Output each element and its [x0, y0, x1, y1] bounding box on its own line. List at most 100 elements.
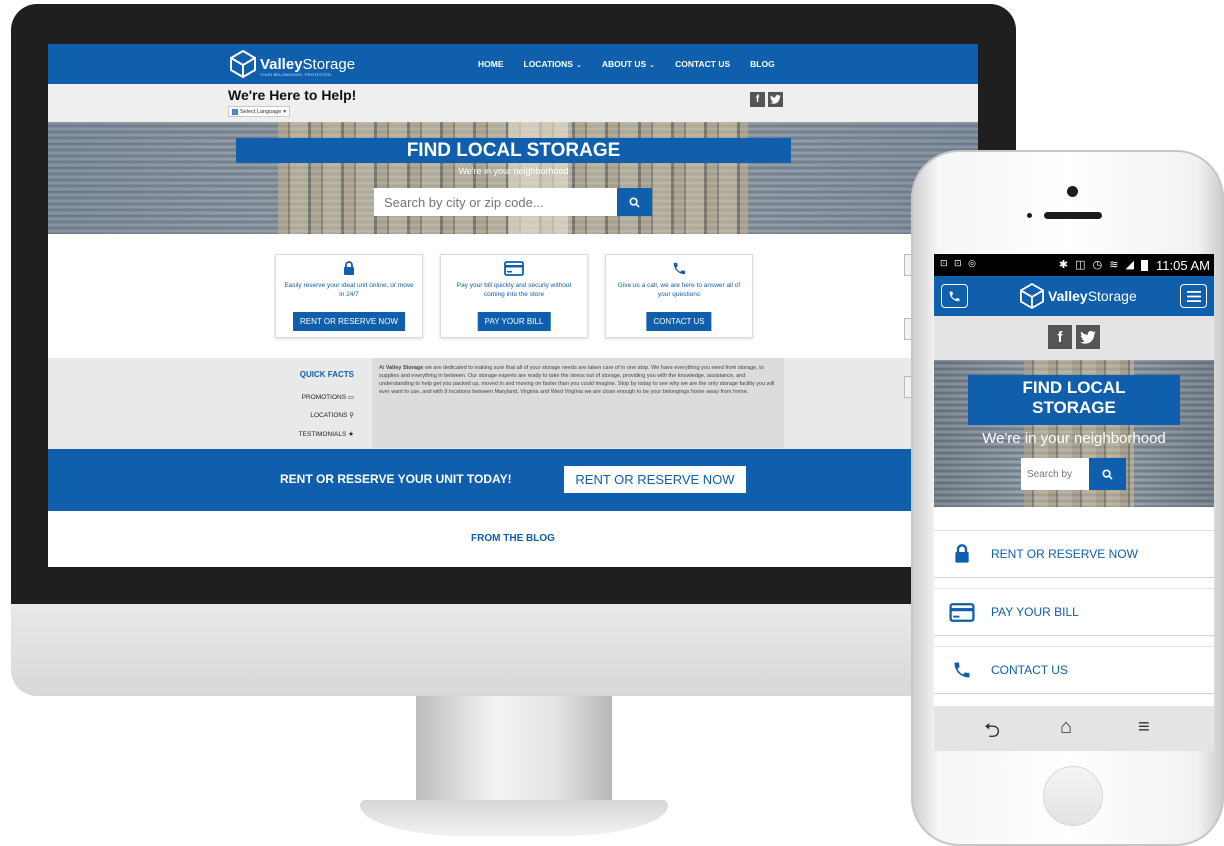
map-pin-icon: ⚲ [349, 412, 354, 419]
mobile-screen: ⊡ ⊡ ◎ ✱ ◫ ◷ ≋ ◢ 11:05 AM ValleyStorage f… [934, 254, 1214, 751]
facebook-icon[interactable]: f [750, 92, 765, 107]
search-input[interactable] [374, 188, 617, 216]
mobile-site-logo[interactable]: ValleyStorage [1020, 283, 1137, 309]
notification-icons: ⊡ ⊡ ◎ [940, 258, 978, 268]
credit-card-icon [940, 602, 984, 622]
search-button[interactable] [1089, 458, 1126, 490]
list-item-label: PAY YOUR BILL [991, 605, 1079, 619]
mobile-rent-or-reserve-item[interactable]: RENT OR RESERVE NOW [934, 530, 1214, 578]
cta-band [48, 449, 978, 511]
card-description: Easily reserve your ideal unit online, o… [284, 282, 414, 298]
mobile-contact-us-item[interactable]: CONTACT US [934, 646, 1214, 694]
help-title: We're Here to Help! [228, 87, 357, 103]
facebook-icon[interactable]: f [1048, 325, 1072, 349]
cta-text: RENT OR RESERVE YOUR UNIT TODAY! [280, 472, 512, 486]
phone-icon [606, 261, 752, 277]
social-links: f [750, 92, 783, 107]
language-select[interactable]: Select Language ▾ [228, 106, 291, 117]
nav-item-contact-us[interactable]: CONTACT US [675, 59, 730, 69]
card-contact: Give us a call, we are here to answer al… [605, 254, 753, 338]
logo-wordmark: ValleyStorage [260, 55, 356, 73]
search-input[interactable] [1021, 458, 1089, 490]
hero-title: FIND LOCAL STORAGE [406, 140, 621, 161]
hero-banner: FIND LOCAL STORAGE We're in your neighbo… [48, 122, 978, 234]
chevron-down-icon: ⌄ [649, 62, 656, 69]
quick-facts-menu: QUICK FACTS PROMOTIONS ▭ LOCATIONS ⚲ TES… [271, 358, 365, 448]
credit-card-icon [441, 261, 587, 277]
desktop-screen: ValleyStorage YOUR BELONGINGS. PROTECTED… [48, 44, 978, 567]
nav-item-about-us[interactable]: ABOUT US ⌄ [602, 59, 655, 69]
list-item-label: CONTACT US [991, 663, 1068, 677]
chevron-down-icon: ⌄ [575, 62, 582, 69]
back-icon[interactable]: ⮌ [984, 716, 1000, 750]
chevron-down-icon: ▾ [283, 108, 287, 115]
system-status-icons: ✱ ◫ ◷ ≋ ◢ [1058, 259, 1136, 271]
monitor-chin [11, 604, 1016, 696]
hero-search [374, 188, 652, 216]
about-panel: At Valley Storage we are dedicated to ma… [372, 358, 784, 448]
hero-subtitle: We're in your neighborhood [458, 166, 569, 176]
cube-logo-icon [230, 50, 256, 78]
status-bar: ⊡ ⊡ ◎ ✱ ◫ ◷ ≋ ◢ 11:05 AM [934, 254, 1214, 276]
search-button[interactable] [617, 188, 652, 216]
earpiece-speaker [1044, 212, 1102, 219]
nav-links: HOME LOCATIONS ⌄ ABOUT US ⌄ CONTACT US BLO… [478, 44, 775, 84]
pay-your-bill-button[interactable]: PAY YOUR BILL [477, 312, 551, 331]
star-icon: ★ [348, 431, 354, 438]
google-translate-icon [232, 108, 238, 115]
status-time: 11:05 AM [1156, 258, 1210, 273]
search-icon [1102, 468, 1113, 480]
rent-or-reserve-button[interactable]: RENT OR RESERVE NOW [293, 312, 405, 331]
contact-us-button[interactable]: CONTACT US [646, 312, 712, 331]
ticket-icon: ▭ [347, 394, 354, 401]
blog-heading: FROM THE BLOG [471, 533, 555, 544]
mobile-hero-search [1021, 458, 1126, 490]
nav-item-locations[interactable]: LOCATIONS ⌄ [524, 59, 582, 69]
hero-subtitle: We're in your neighborhood [982, 430, 1166, 447]
phone-icon [949, 291, 960, 301]
mobile-pay-bill-item[interactable]: PAY YOUR BILL [934, 588, 1214, 636]
quick-fact-testimonials[interactable]: TESTIMONIALS ★ [299, 430, 354, 438]
site-logo[interactable]: ValleyStorage YOUR BELONGINGS. PROTECTED… [230, 50, 355, 78]
cube-logo-icon [1020, 283, 1044, 309]
about-text: At Valley Storage we are dedicated to ma… [379, 365, 775, 395]
search-icon [629, 196, 640, 208]
help-bar [48, 84, 978, 122]
proximity-sensor [1027, 213, 1032, 218]
monitor-stand-foot [360, 800, 668, 836]
quick-facts-title: QUICK FACTS [299, 370, 354, 379]
cta-rent-or-reserve-button[interactable]: RENT OR RESERVE NOW [564, 466, 746, 493]
hamburger-icon [1186, 290, 1201, 302]
card-description: Pay your bill quickly and securly withou… [456, 282, 572, 298]
front-camera [1067, 186, 1078, 197]
quick-fact-locations[interactable]: LOCATIONS ⚲ [310, 411, 354, 419]
battery-icon [1141, 260, 1148, 271]
card-pay-bill: Pay your bill quickly and securly withou… [440, 254, 588, 338]
social-links: f [1048, 325, 1100, 349]
home-icon[interactable]: ⌂ [1060, 716, 1072, 739]
lock-icon [276, 261, 422, 277]
card-description: Give us a call, we are here to answer al… [617, 282, 741, 298]
hero-title: FIND LOCAL STORAGE [1022, 378, 1126, 417]
mobile-menu-button[interactable] [1180, 284, 1207, 308]
nav-item-blog[interactable]: BLOG [750, 59, 775, 69]
phone-home-button[interactable] [1043, 766, 1103, 826]
quick-fact-promotions[interactable]: PROMOTIONS ▭ [302, 393, 354, 401]
logo-tagline: YOUR BELONGINGS. PROTECTED. [260, 72, 333, 77]
list-item-label: RENT OR RESERVE NOW [991, 547, 1138, 561]
card-rent: Easily reserve your ideal unit online, o… [275, 254, 423, 338]
mobile-call-button[interactable] [941, 284, 968, 308]
mobile-social-bar: f [934, 316, 1214, 360]
menu-icon[interactable]: ≡ [1138, 716, 1150, 739]
mobile-hero-banner: FIND LOCAL STORAGE We're in your neighbor… [934, 360, 1214, 507]
phone-icon [940, 660, 984, 680]
twitter-icon[interactable] [768, 92, 783, 107]
desktop-nav-bar: ValleyStorage YOUR BELONGINGS. PROTECTED… [48, 44, 978, 84]
twitter-icon[interactable] [1076, 325, 1100, 349]
feature-cards: Easily reserve your ideal unit online, o… [275, 254, 753, 338]
nav-item-home[interactable]: HOME [478, 59, 504, 69]
android-nav-bar [934, 706, 1214, 751]
lock-icon [940, 544, 984, 564]
logo-wordmark: ValleyStorage [1048, 288, 1137, 304]
monitor-stand-neck [416, 696, 612, 806]
